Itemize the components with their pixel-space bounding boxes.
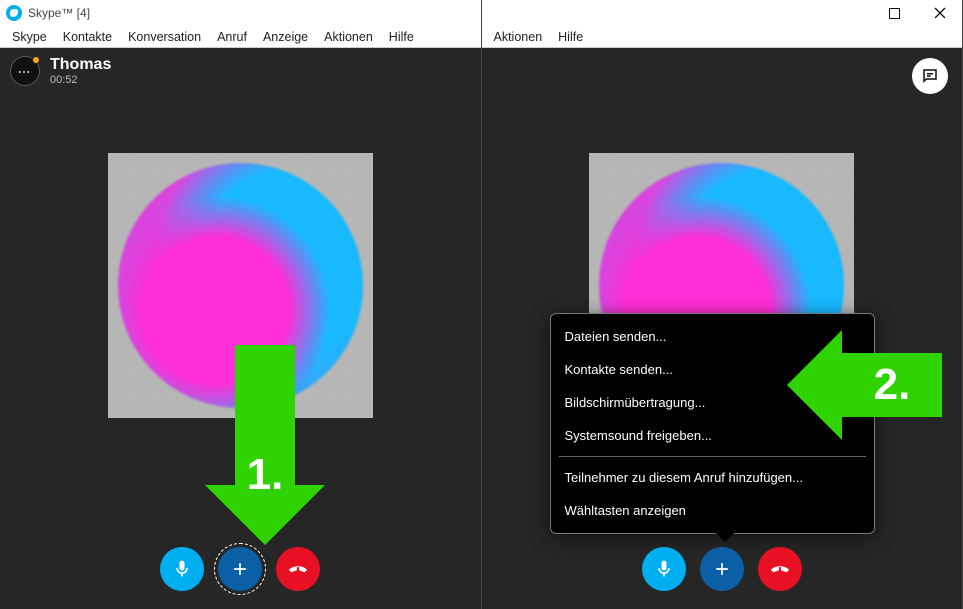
window-titlebar: Skype™ [4] [0, 0, 481, 26]
menu-hilfe[interactable]: Hilfe [381, 30, 422, 44]
add-button[interactable] [218, 547, 262, 591]
plus-icon [712, 559, 732, 579]
menubar-right: Aktionen Hilfe [482, 26, 963, 48]
call-controls-right [482, 547, 963, 591]
hangup-button-r[interactable] [758, 547, 802, 591]
menubar-left: Skype Kontakte Konversation Anruf Anzeig… [0, 26, 481, 48]
popup-add-participant[interactable]: Teilnehmer zu diesem Anruf hinzufügen... [551, 461, 874, 494]
call-controls [0, 547, 481, 591]
left-pane: Skype™ [4] Skype Kontakte Konversation A… [0, 0, 482, 609]
call-header: Thomas 00:52 [0, 48, 481, 98]
menu-hilfe-r[interactable]: Hilfe [550, 30, 591, 44]
popup-separator [559, 456, 866, 457]
microphone-icon [172, 559, 192, 579]
popup-tail [716, 533, 734, 542]
microphone-icon [654, 559, 674, 579]
chat-icon [921, 67, 939, 85]
menu-anzeige[interactable]: Anzeige [255, 30, 316, 44]
plus-icon [230, 559, 250, 579]
hangup-icon [287, 558, 309, 580]
skype-icon [6, 5, 22, 21]
popup-send-contacts[interactable]: Kontakte senden... [551, 353, 874, 386]
call-duration: 00:52 [50, 74, 111, 86]
plus-popup-menu: Dateien senden... Kontakte senden... Bil… [550, 313, 875, 534]
menu-anruf[interactable]: Anruf [209, 30, 255, 44]
menu-aktionen[interactable]: Aktionen [316, 30, 381, 44]
close-button[interactable] [917, 0, 962, 26]
window-titlebar-right [482, 0, 963, 26]
avatar-area [0, 98, 481, 609]
chat-button[interactable] [912, 58, 948, 94]
menu-skype[interactable]: Skype [4, 30, 55, 44]
popup-show-dialpad[interactable]: Wähltasten anzeigen [551, 494, 874, 527]
mute-button[interactable] [160, 547, 204, 591]
right-pane: Aktionen Hilfe .. Dateien senden... Kont… [482, 0, 963, 609]
hangup-icon [769, 558, 791, 580]
menu-aktionen-r[interactable]: Aktionen [486, 30, 551, 44]
popup-send-files[interactable]: Dateien senden... [551, 320, 874, 353]
popup-screen-share[interactable]: Bildschirmübertragung... [551, 386, 874, 419]
status-indicator [32, 56, 40, 64]
conversation-list-button[interactable] [10, 56, 40, 86]
caller-name: Thomas [50, 56, 111, 74]
window-title: Skype™ [4] [28, 6, 90, 20]
menu-konversation[interactable]: Konversation [120, 30, 209, 44]
window-controls [872, 0, 962, 26]
caller-avatar [108, 153, 373, 418]
mute-button-r[interactable] [642, 547, 686, 591]
call-info: Thomas 00:52 [50, 56, 111, 86]
maximize-icon [889, 8, 900, 19]
menu-kontakte[interactable]: Kontakte [55, 30, 120, 44]
maximize-button[interactable] [872, 0, 917, 26]
popup-share-system-sound[interactable]: Systemsound freigeben... [551, 419, 874, 452]
add-button-r[interactable] [700, 547, 744, 591]
hangup-button[interactable] [276, 547, 320, 591]
close-icon [934, 7, 946, 19]
